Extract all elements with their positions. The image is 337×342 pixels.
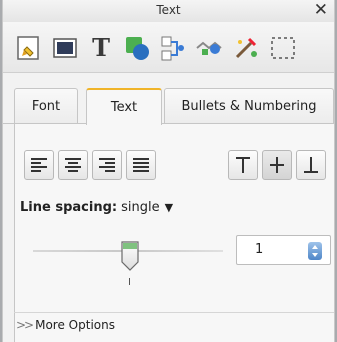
align-left-button[interactable] — [24, 150, 54, 180]
format-rectangle-icon[interactable] — [49, 32, 81, 64]
window-title: Text — [156, 3, 181, 17]
line-spacing-label: Line spacing: — [20, 200, 118, 215]
valign-top-icon — [236, 157, 250, 173]
close-icon[interactable]: ✕ — [314, 0, 328, 20]
align-right-button[interactable] — [92, 150, 122, 180]
valign-middle-icon — [270, 157, 284, 173]
stepper-icon[interactable] — [308, 242, 322, 260]
valign-middle-button[interactable] — [262, 150, 292, 180]
line-spacing-value: single — [121, 200, 160, 215]
stepper-up-icon[interactable] — [312, 245, 318, 249]
tab-font[interactable]: Font — [14, 88, 78, 124]
format-selection-icon[interactable] — [266, 32, 298, 64]
text-inspector-panel: Text ✕ T Font Text Bullets & Numbering L… — [2, 0, 335, 342]
line-spacing-slider-thumb[interactable] — [120, 241, 140, 271]
tab-bar: Font Text Bullets & Numbering — [3, 88, 334, 125]
stepper-down-icon[interactable] — [312, 253, 318, 257]
align-right-icon — [99, 158, 115, 172]
format-page-icon[interactable] — [13, 32, 45, 64]
format-image-icon[interactable] — [194, 32, 226, 64]
more-options-link[interactable]: >> More Options — [16, 318, 115, 332]
format-connector-icon[interactable] — [157, 32, 189, 64]
footer-divider — [14, 312, 334, 313]
expand-chevron-icon: >> — [16, 318, 34, 332]
align-left-icon — [31, 158, 47, 172]
valign-top-button[interactable] — [228, 150, 258, 180]
line-spacing-dropdown[interactable]: Line spacing: single ▼ — [20, 200, 173, 215]
line-spacing-input[interactable]: 1 — [236, 235, 331, 265]
tab-text[interactable]: Text — [86, 88, 162, 125]
align-center-button[interactable] — [58, 150, 88, 180]
slider-tick-mark — [129, 278, 130, 285]
inspector-toolbar: T — [3, 22, 334, 73]
tab-bullets-numbering[interactable]: Bullets & Numbering — [164, 88, 334, 124]
valign-bottom-button[interactable] — [296, 150, 326, 180]
format-text-icon[interactable]: T — [85, 32, 117, 64]
chevron-down-icon: ▼ — [164, 201, 174, 214]
format-effects-icon[interactable] — [230, 32, 262, 64]
more-options-label: More Options — [35, 318, 115, 332]
format-shape-icon[interactable] — [121, 32, 153, 64]
valign-bottom-icon — [304, 157, 318, 173]
align-justify-button[interactable] — [126, 150, 156, 180]
title-bar: Text ✕ — [3, 0, 334, 22]
line-spacing-input-value: 1 — [255, 242, 264, 257]
align-justify-icon — [133, 158, 149, 172]
align-center-icon — [65, 158, 81, 172]
